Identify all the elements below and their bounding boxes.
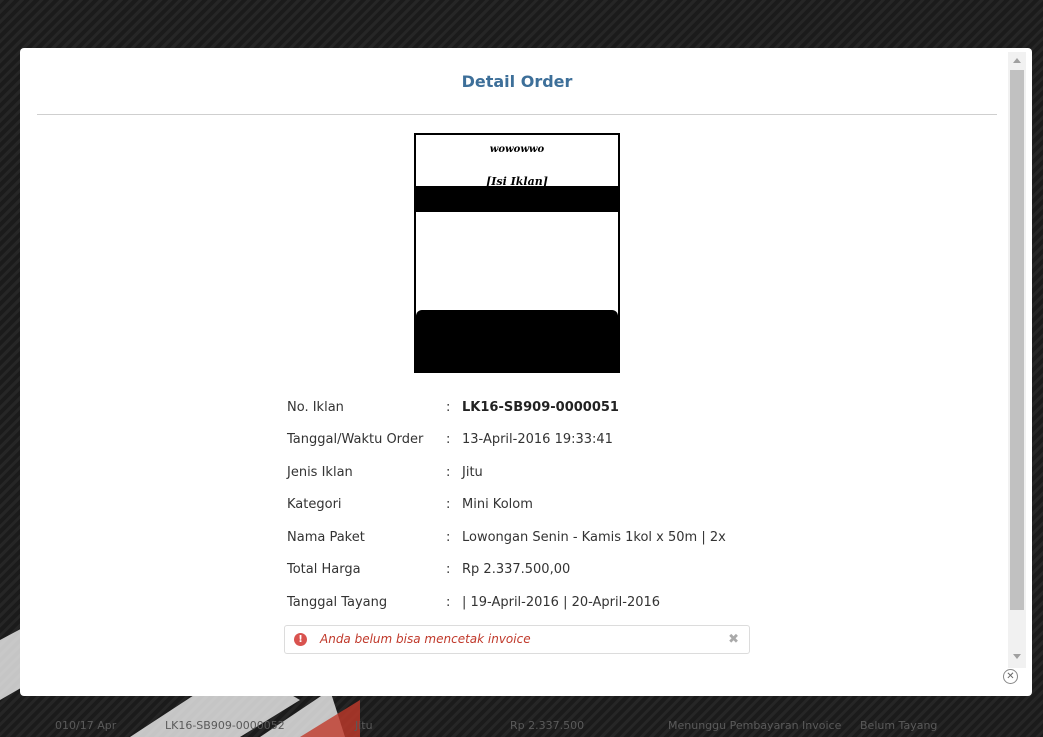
scrollbar-thumb[interactable] bbox=[1010, 70, 1024, 610]
background-table-row: 010/17 Apr LK16-SB909-0000052 Jitu Rp 2.… bbox=[0, 715, 1043, 737]
background-cell: 010/17 Apr bbox=[55, 719, 117, 732]
detail-value: LK16-SB909-0000051 bbox=[462, 400, 619, 415]
detail-label: Jenis Iklan bbox=[287, 465, 353, 480]
scroll-down-arrow-icon[interactable] bbox=[1013, 654, 1021, 659]
scroll-up-arrow-icon[interactable] bbox=[1013, 58, 1021, 63]
detail-colon: : bbox=[446, 465, 451, 480]
ad-preview-image: wowowwo [Isi Iklan] bbox=[414, 133, 620, 373]
detail-colon: : bbox=[446, 497, 451, 512]
exclamation-circle-icon: ! bbox=[294, 633, 307, 646]
detail-label: Kategori bbox=[287, 497, 342, 512]
ad-preview-band-bottom bbox=[416, 310, 618, 371]
background-cell: Belum Tayang bbox=[860, 719, 938, 732]
detail-colon: : bbox=[446, 432, 451, 447]
circle-close-icon[interactable]: ✕ bbox=[1003, 669, 1018, 684]
alert-message: Anda belum bisa mencetak invoice bbox=[320, 632, 531, 646]
detail-colon: : bbox=[446, 595, 451, 610]
order-detail-modal: Detail Order wowowwo [Isi Iklan] No. Ikl… bbox=[20, 48, 1032, 696]
detail-value: 13-April-2016 19:33:41 bbox=[462, 432, 613, 447]
ad-preview-band-top bbox=[416, 186, 618, 212]
invoice-warning-alert: ! Anda belum bisa mencetak invoice ✖ bbox=[284, 625, 750, 654]
background-cell: Menunggu Pembayaran Invoice bbox=[668, 719, 842, 732]
background-cell: LK16-SB909-0000052 bbox=[165, 719, 285, 732]
close-x-icon[interactable]: ✖ bbox=[728, 632, 739, 647]
background-cell: Rp 2.337.500 bbox=[510, 719, 585, 732]
detail-label: Tanggal/Waktu Order bbox=[287, 432, 424, 447]
detail-label: Total Harga bbox=[287, 562, 361, 577]
detail-colon: : bbox=[446, 400, 451, 415]
ad-preview-heading: wowowwo bbox=[489, 144, 545, 155]
detail-value: Mini Kolom bbox=[462, 497, 533, 512]
detail-value: Rp 2.337.500,00 bbox=[462, 562, 571, 577]
detail-value: | 19-April-2016 | 20-April-2016 bbox=[462, 595, 661, 610]
detail-colon: : bbox=[446, 562, 451, 577]
background-cell: Jitu bbox=[355, 719, 373, 732]
detail-value: Jitu bbox=[462, 465, 483, 480]
detail-value: Lowongan Senin - Kamis 1kol x 50m | 2x bbox=[462, 530, 726, 545]
modal-title: Detail Order bbox=[461, 72, 573, 91]
detail-label: No. Iklan bbox=[287, 400, 344, 415]
detail-colon: : bbox=[446, 530, 451, 545]
title-divider bbox=[37, 114, 997, 115]
modal-scrollbar[interactable] bbox=[1008, 52, 1026, 668]
detail-label: Nama Paket bbox=[287, 530, 365, 545]
detail-label: Tanggal Tayang bbox=[287, 595, 388, 610]
